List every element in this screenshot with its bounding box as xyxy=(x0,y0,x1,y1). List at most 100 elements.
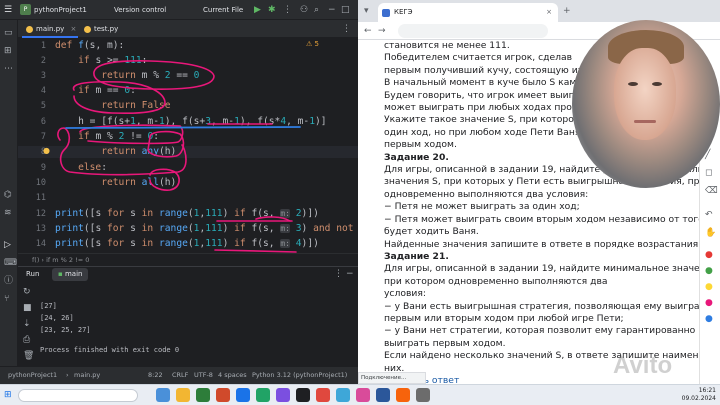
trash-icon[interactable]: 🗑 xyxy=(23,349,34,363)
taskbar-app-icon[interactable] xyxy=(216,388,230,402)
favicon-icon xyxy=(382,9,390,17)
forward-icon[interactable]: → xyxy=(378,24,386,38)
browser-tab[interactable]: КЕГЭ × xyxy=(378,3,558,22)
new-tab-icon[interactable]: + xyxy=(563,4,571,18)
tab-test-py[interactable]: test.py xyxy=(80,20,130,38)
run-tool-icon[interactable]: ▷ xyxy=(4,238,11,252)
interpreter[interactable]: Python 3.12 (pythonProject1) xyxy=(252,367,347,384)
line-number: 10 xyxy=(35,178,46,188)
taskbar-app-icon[interactable] xyxy=(276,388,290,402)
more-icon[interactable]: ⋮ xyxy=(334,267,343,281)
webcam-mouth xyxy=(634,120,656,123)
scroll-icon[interactable]: ⇣ xyxy=(23,317,31,331)
hand-icon[interactable]: ✋ xyxy=(705,226,716,240)
close-icon[interactable]: × xyxy=(546,3,552,22)
task-text-line: будет ходить Ваня. xyxy=(384,226,479,238)
status-project[interactable]: pythonProject1 xyxy=(8,367,57,384)
taskbar-app-icon[interactable] xyxy=(176,388,190,402)
task-text-line: − у Вани есть выигрышная стратегия, позв… xyxy=(384,300,711,312)
line-number: 11 xyxy=(35,193,46,203)
status-file[interactable]: main.py xyxy=(74,367,100,384)
user-icon[interactable]: ⚇ xyxy=(300,3,308,17)
breadcrumb[interactable]: f() › if m % 2 != 0 xyxy=(18,253,358,266)
browser-status: Подключение... xyxy=(358,372,426,384)
problems-icon[interactable]: ⓘ xyxy=(4,274,13,288)
output-line: Process finished with exit code 0 xyxy=(40,346,180,354)
param-hint: m: xyxy=(280,209,290,218)
indent[interactable]: 4 spaces xyxy=(218,367,247,384)
start-icon[interactable]: ⊞ xyxy=(4,388,12,402)
terminal-icon[interactable]: ⌨ xyxy=(4,256,17,270)
code-line: if m == 0: xyxy=(78,85,136,96)
taskbar-app-icon[interactable] xyxy=(196,388,210,402)
code-editor[interactable]: 1 2 3 4 5 6 7 8 9 10 11 12 13 14 def f(s… xyxy=(18,38,358,253)
webcam-overlay xyxy=(572,20,720,188)
system-clock[interactable]: 16:21 09.02.2024 xyxy=(680,387,716,403)
warning-count[interactable]: ⚠ 5 xyxy=(306,40,319,48)
taskbar-app-icon[interactable] xyxy=(156,388,170,402)
status-sep: › xyxy=(66,371,69,379)
watermark: Avito xyxy=(613,352,673,379)
rerun-icon[interactable]: ↻ xyxy=(23,285,31,299)
dots-icon[interactable]: ⋯ xyxy=(4,62,13,76)
project-name[interactable]: pythonProject1 xyxy=(34,2,87,18)
menu-icon[interactable]: ☰ xyxy=(4,3,12,17)
taskbar-search[interactable] xyxy=(18,389,138,402)
taskbar-app-icon[interactable] xyxy=(256,388,270,402)
search-icon[interactable]: ⌕ xyxy=(314,3,319,17)
debug-icon[interactable]: ✱ xyxy=(268,3,276,17)
taskbar-app-icon[interactable] xyxy=(416,388,430,402)
taskbar-app-icon[interactable] xyxy=(396,388,410,402)
tab-menu-icon[interactable]: ⋮ xyxy=(342,22,351,36)
taskbar-app-icon[interactable] xyxy=(376,388,390,402)
encoding[interactable]: UTF-8 xyxy=(194,367,213,384)
webcam-face xyxy=(614,48,676,140)
code-line: if s >= 111: xyxy=(78,55,148,66)
run-config-select[interactable]: Current File xyxy=(203,2,243,18)
project-tool-icon[interactable]: ▭ xyxy=(4,26,13,40)
python-console-icon[interactable]: ⌬ xyxy=(4,188,12,202)
taskbar-app-icon[interactable] xyxy=(356,388,370,402)
line-number: 12 xyxy=(35,209,46,219)
hide-icon[interactable]: − xyxy=(346,267,354,281)
print-icon[interactable]: ⎙ xyxy=(23,333,30,347)
task-text-line: при котором одновременно выполняются два xyxy=(384,275,608,287)
structure-icon[interactable]: ⊞ xyxy=(4,44,12,58)
tool-window-strip: ▭ ⊞ ⋯ ⌬ ≋ ▷ ⌨ ⓘ ⑂ xyxy=(0,20,18,366)
code-line: print([s for s in range(1,111) if f(s, m… xyxy=(55,238,319,249)
taskbar-app-icon[interactable] xyxy=(236,388,250,402)
color-yellow-icon[interactable]: ● xyxy=(705,280,713,294)
eraser-icon[interactable]: ⌫ xyxy=(705,184,718,198)
run-icon[interactable]: ▶ xyxy=(254,3,261,17)
git-icon[interactable]: ⑂ xyxy=(4,292,9,306)
code-line: def f(s, m): xyxy=(55,40,125,51)
stop-icon[interactable]: ■ xyxy=(23,301,32,315)
layers-icon[interactable]: ≋ xyxy=(4,206,12,220)
maximize-icon[interactable]: □ xyxy=(341,3,350,17)
color-green-icon[interactable]: ● xyxy=(705,264,713,278)
more-icon[interactable]: ⋮ xyxy=(283,3,292,17)
tab-list-icon[interactable]: ▾ xyxy=(364,4,369,18)
back-icon[interactable]: ← xyxy=(364,24,372,38)
param-hint: m: xyxy=(280,224,290,233)
taskbar-app-icon[interactable] xyxy=(296,388,310,402)
tab-main-py[interactable]: main.py × xyxy=(22,20,78,38)
shape-tool-icon[interactable]: ◻ xyxy=(705,166,712,180)
color-magenta-icon[interactable]: ● xyxy=(705,296,713,310)
minimize-icon[interactable]: − xyxy=(328,3,336,17)
color-blue-icon[interactable]: ● xyxy=(705,312,713,326)
code-line: return all(h) xyxy=(101,177,177,188)
bulb-icon[interactable]: ● xyxy=(43,146,50,155)
url-input[interactable] xyxy=(398,24,548,38)
code-line: print([s for s in range(1,111) if f(s, m… xyxy=(55,223,354,234)
taskbar-app-icon[interactable] xyxy=(336,388,350,402)
close-icon[interactable]: × xyxy=(71,25,77,33)
undo-icon[interactable]: ↶ xyxy=(705,208,713,222)
line-ending[interactable]: CRLF xyxy=(172,367,188,384)
run-config-tab[interactable]: ▪ main xyxy=(52,268,89,281)
caret-position[interactable]: 8:22 xyxy=(148,367,163,384)
taskbar-app-icon[interactable] xyxy=(316,388,330,402)
webcam-eye xyxy=(628,82,638,86)
vcs-menu[interactable]: Version control xyxy=(114,2,166,18)
color-red-icon[interactable]: ● xyxy=(705,248,713,262)
